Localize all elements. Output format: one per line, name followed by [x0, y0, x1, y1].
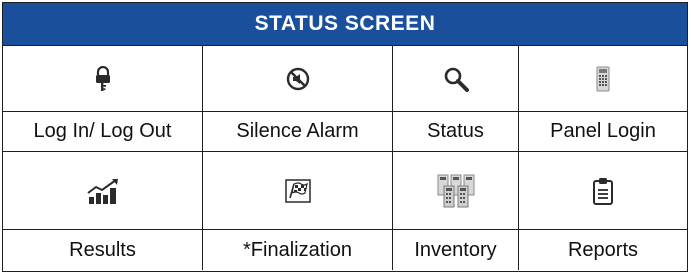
inventory-button[interactable]: Inventory [393, 230, 519, 270]
lock-key-icon [95, 65, 110, 91]
inventory-label: Inventory [414, 238, 497, 261]
clipboard-report-icon [593, 177, 613, 205]
status-screen-table: STATUS SCREEN Log In/ Log Out Silence Al… [2, 2, 688, 272]
finalization-button[interactable]: *Finalization [203, 230, 393, 270]
finalization-label: *Finalization [243, 238, 352, 261]
screen-title: STATUS SCREEN [3, 3, 687, 46]
inventory-icon-cell[interactable] [393, 152, 519, 230]
results-label: Results [69, 238, 136, 261]
reports-label: Reports [567, 238, 639, 261]
magnifier-icon [444, 67, 469, 92]
log-in-out-button[interactable]: Log In/ Log Out [3, 112, 203, 152]
status-icon-cell[interactable] [393, 46, 519, 112]
trend-chart-icon [86, 178, 118, 204]
status-button[interactable]: Status [393, 112, 519, 152]
reports-button[interactable]: Reports [519, 230, 687, 270]
log-in-out-label: Log In/ Log Out [33, 120, 172, 142]
panel-login-button[interactable]: Panel Login [519, 112, 687, 152]
log-in-out-icon-cell[interactable] [3, 46, 203, 112]
silence-alarm-button[interactable]: Silence Alarm [203, 112, 393, 152]
device-stack-icon [437, 174, 474, 207]
results-button[interactable]: Results [3, 230, 203, 270]
silence-alarm-label: Silence Alarm [236, 120, 359, 142]
status-label: Status [427, 120, 484, 142]
silence-alarm-icon-cell[interactable] [203, 46, 393, 112]
results-icon-cell[interactable] [3, 152, 203, 230]
reports-icon-cell[interactable] [519, 152, 687, 230]
panel-login-icon-cell[interactable] [519, 46, 687, 112]
finalization-icon-cell[interactable] [203, 152, 393, 230]
panel-device-icon [596, 66, 610, 91]
checkered-flag-icon [284, 178, 311, 203]
muted-speaker-icon [286, 67, 309, 90]
panel-login-label: Panel Login [550, 120, 656, 142]
